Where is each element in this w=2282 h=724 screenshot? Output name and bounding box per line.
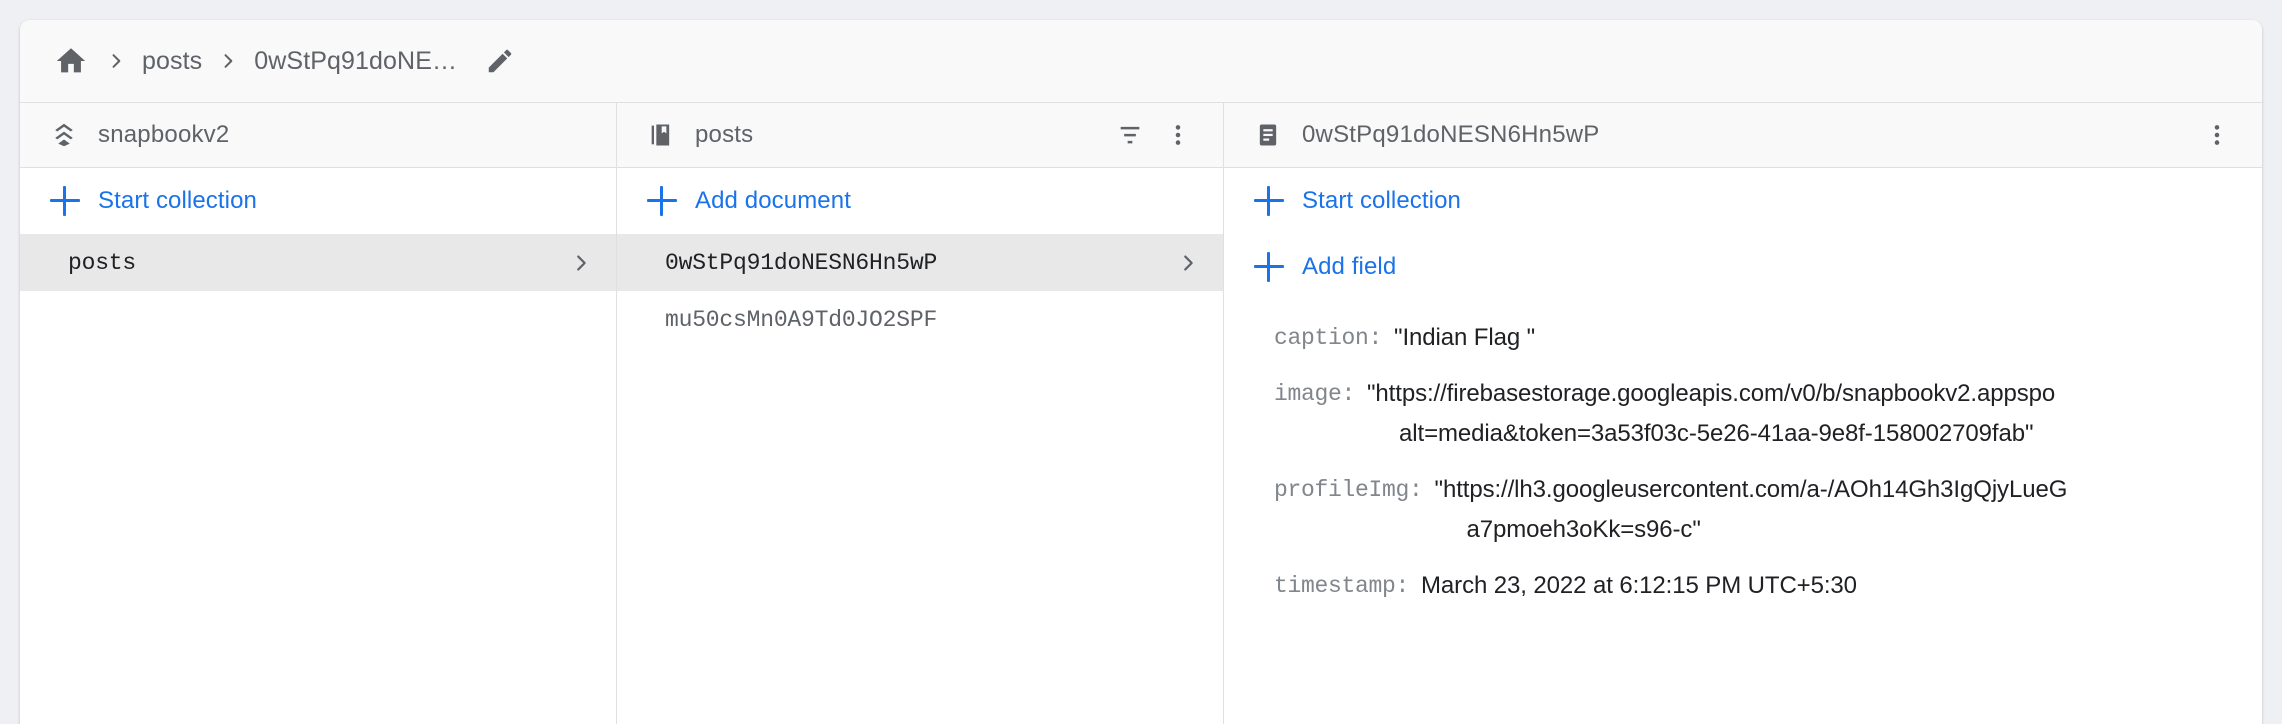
plus-icon — [50, 186, 80, 216]
field-value: "https://lh3.googleusercontent.com/a-/AO… — [1435, 470, 2068, 550]
breadcrumb-item-document[interactable]: 0wStPq91doNE… — [254, 47, 457, 76]
project-panel-header: snapbookv2 — [20, 103, 616, 168]
document-icon — [1252, 119, 1284, 151]
add-field-label: Add field — [1302, 253, 1397, 280]
chevron-right-icon — [1175, 250, 1201, 276]
collection-panel-header: posts — [617, 103, 1223, 168]
field-value-line: a7pmoeh3oKk=s96-c" — [1466, 516, 1701, 543]
document-header-actions — [2196, 114, 2238, 156]
field-key: caption: — [1274, 325, 1383, 351]
home-icon[interactable] — [52, 42, 90, 80]
field-value-line: "https://lh3.googleusercontent.com/a-/AO… — [1434, 476, 2068, 503]
field-list: caption: "Indian Flag " image: "https://… — [1224, 300, 2262, 724]
chevron-right-icon — [218, 51, 238, 71]
breadcrumb-item-posts[interactable]: posts — [142, 47, 202, 76]
document-panel: 0wStPq91doNESN6Hn5wP Start collection Ad… — [1224, 103, 2262, 724]
project-name: snapbookv2 — [98, 121, 230, 148]
more-vert-icon[interactable] — [2196, 114, 2238, 156]
field-key: profileImg: — [1274, 477, 1423, 503]
start-collection-button[interactable]: Start collection — [1224, 168, 2262, 234]
start-collection-button[interactable]: Start collection — [20, 168, 616, 234]
start-collection-label: Start collection — [98, 187, 258, 214]
field-row-caption[interactable]: caption: "Indian Flag " — [1224, 318, 2262, 358]
document-row[interactable]: mu50csMn0A9Td0JO2SPF — [617, 291, 1223, 348]
collection-row-label: posts — [68, 249, 137, 276]
breadcrumb: posts 0wStPq91doNE… — [20, 20, 2262, 103]
document-row-selected[interactable]: 0wStPq91doNESN6Hn5wP — [617, 234, 1223, 291]
field-row-timestamp[interactable]: timestamp: March 23, 2022 at 6:12:15 PM … — [1224, 566, 2262, 606]
collection-panel: posts Add document 0wStPq91doNESN6Hn5wP … — [617, 103, 1224, 724]
plus-icon — [647, 186, 677, 216]
field-value-line: "Indian Flag " — [1394, 324, 1536, 351]
field-key: timestamp: — [1274, 573, 1410, 599]
document-id: 0wStPq91doNESN6Hn5wP — [1302, 121, 1600, 148]
filter-icon[interactable] — [1109, 114, 1151, 156]
firestore-data-console: posts 0wStPq91doNE… snapbookv2 Start col… — [0, 0, 2282, 724]
field-value-line: alt=media&token=3a53f03c-5e26-41aa-9e8f-… — [1399, 420, 2034, 447]
firebase-chevrons-icon — [48, 119, 80, 151]
collection-list: posts — [20, 234, 616, 724]
panels-container: snapbookv2 Start collection posts posts … — [20, 103, 2262, 724]
pencil-edit-icon[interactable] — [483, 44, 517, 78]
field-value: "https://firebasestorage.googleapis.com/… — [1367, 374, 2055, 454]
chevron-right-icon — [106, 51, 126, 71]
field-row-image[interactable]: image: "https://firebasestorage.googleap… — [1224, 374, 2262, 454]
console-card: posts 0wStPq91doNE… snapbookv2 Start col… — [20, 20, 2262, 724]
document-row-label: 0wStPq91doNESN6Hn5wP — [665, 249, 938, 276]
add-field-button[interactable]: Add field — [1224, 234, 2262, 300]
plus-icon — [1254, 252, 1284, 282]
field-value-line: "https://firebasestorage.googleapis.com/… — [1367, 380, 2056, 407]
project-panel: snapbookv2 Start collection posts — [20, 103, 617, 724]
start-collection-label: Start collection — [1302, 187, 1462, 214]
add-document-button[interactable]: Add document — [617, 168, 1223, 234]
field-value-line: March 23, 2022 at 6:12:15 PM UTC+5:30 — [1421, 572, 1857, 599]
plus-icon — [1254, 186, 1284, 216]
more-vert-icon[interactable] — [1157, 114, 1199, 156]
field-value: "Indian Flag " — [1394, 318, 1535, 358]
collection-header-actions — [1109, 114, 1199, 156]
document-list: 0wStPq91doNESN6Hn5wP mu50csMn0A9Td0JO2SP… — [617, 234, 1223, 724]
add-document-label: Add document — [695, 187, 851, 214]
document-panel-header: 0wStPq91doNESN6Hn5wP — [1224, 103, 2262, 168]
field-key: image: — [1274, 381, 1356, 407]
collection-row-posts[interactable]: posts — [20, 234, 616, 291]
collection-name: posts — [695, 121, 754, 148]
field-row-profileimg[interactable]: profileImg: "https://lh3.googleuserconte… — [1224, 470, 2262, 550]
collection-book-icon — [645, 119, 677, 151]
chevron-right-icon — [568, 250, 594, 276]
field-value: March 23, 2022 at 6:12:15 PM UTC+5:30 — [1421, 566, 1857, 606]
document-row-label: mu50csMn0A9Td0JO2SPF — [665, 306, 938, 333]
